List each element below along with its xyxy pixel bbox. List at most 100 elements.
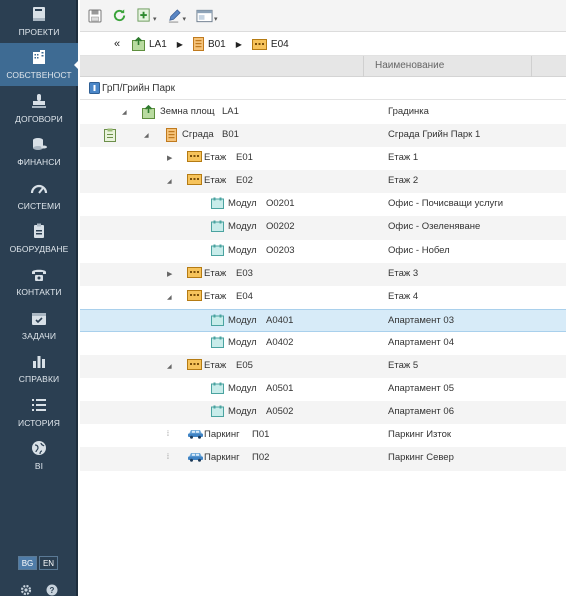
tree-row[interactable]: ⁞ Паркинг П02 Паркинг Север <box>80 447 566 471</box>
tree-row[interactable]: Модул O0201 Офис - Почисващи услуги <box>80 193 566 216</box>
row-type-label: Модул <box>228 406 257 418</box>
sidebar-item-list[interactable]: ИСТОРИЯ <box>0 391 78 434</box>
sidebar-item-calendar[interactable]: ЗАДАЧИ <box>0 304 78 347</box>
tree-row[interactable]: ◢ Сграда B01 Сграда Грийн Парк 1 <box>80 124 566 148</box>
collapse-arrow-icon[interactable]: ◢ <box>144 132 149 139</box>
collapse-arrow-icon[interactable]: ◢ <box>167 363 172 370</box>
tree-row[interactable]: ◢ Земна площ LA1 Градинка <box>80 101 566 124</box>
collapse-arrow-icon[interactable]: ◢ <box>167 294 172 301</box>
building-icon <box>166 128 177 145</box>
row-name: Офис - Озеленяване <box>388 221 481 233</box>
row-name: Офис - Нобел <box>388 244 450 256</box>
sidebar-item-globe[interactable]: BI <box>0 434 78 477</box>
car-icon <box>187 428 204 442</box>
sidebar-item-bar-chart[interactable]: СПРАВКИ <box>0 347 78 390</box>
expand-arrow-icon[interactable]: ▶ <box>167 154 172 162</box>
collapse-arrow-icon[interactable]: ◢ <box>122 109 127 116</box>
tree-row[interactable]: ⁞ Паркинг П01 Паркинг Изток <box>80 424 566 447</box>
sidebar-item-stamp[interactable]: ДОГОВОРИ <box>0 87 78 130</box>
tree-row[interactable]: Модул O0203 Офис - Нобел <box>80 240 566 263</box>
tree-row[interactable]: Модул A0502 Апартамент 06 <box>80 401 566 425</box>
edit-button[interactable]: ▾ <box>167 6 186 26</box>
floor-icon <box>187 266 202 281</box>
breadcrumb-label: E04 <box>270 38 289 50</box>
tree-row[interactable]: ▶ Етаж E03 Етаж 3 <box>80 262 566 286</box>
tree-row[interactable]: ▶ Етаж E01 Етаж 1 <box>80 147 566 170</box>
tree-row[interactable]: ◢ Етаж E04 Етаж 4 <box>80 286 566 309</box>
row-type-label: Етаж <box>204 152 227 164</box>
tree-grid: ◢ Земна площ LA1 Градинка ◢ Сграда B01 Сграда Г… <box>80 101 566 471</box>
tree-row[interactable]: Модул O0202 Офис - Озеленяване <box>80 216 566 240</box>
row-code: O0203 <box>266 244 295 256</box>
sidebar-item-label: ИСТОРИЯ <box>17 417 60 428</box>
toolbar: ▾ ▾ ▾ <box>80 0 566 32</box>
drag-handle-icon[interactable]: ⁞ <box>167 454 169 461</box>
dropdown-caret-icon: ▾ <box>214 15 218 23</box>
row-type-label: Модул <box>228 314 257 326</box>
row-name: Етаж 4 <box>388 290 419 302</box>
floor-icon <box>187 174 202 188</box>
tree-row[interactable]: Модул A0402 Апартамент 04 <box>80 332 566 355</box>
collapse-arrow-icon[interactable]: ◢ <box>167 178 172 185</box>
row-name: Сграда Грийн Парк 1 <box>388 129 481 141</box>
row-name: Етаж 1 <box>388 152 419 164</box>
view-button[interactable]: ▾ <box>196 6 218 26</box>
tree-row[interactable]: Модул A0401 Апартамент 03 <box>80 308 566 332</box>
language-button-bg[interactable]: BG <box>18 556 37 570</box>
sidebar-item-gauge[interactable]: СИСТЕМИ <box>0 174 78 217</box>
grid-header: Наименование <box>80 56 566 77</box>
breadcrumb-item-la1[interactable]: LA1 <box>132 37 167 51</box>
gear-icon[interactable] <box>20 584 32 596</box>
clipboard-icon[interactable] <box>104 128 116 145</box>
column-divider[interactable] <box>531 56 532 77</box>
tree-row[interactable]: Модул A0501 Апартамент 05 <box>80 378 566 401</box>
row-code: E01 <box>236 152 253 164</box>
tree-row[interactable]: ◢ Етаж E02 Етаж 2 <box>80 170 566 194</box>
row-code: E05 <box>236 360 253 372</box>
sidebar-item-phone[interactable]: КОНТАКТИ <box>0 260 78 303</box>
sidebar-item-label: ДОГОВОРИ <box>15 113 63 124</box>
add-button[interactable]: ▾ <box>137 6 157 26</box>
sidebar-item-clipboard[interactable]: ОБОРУДВАНЕ <box>0 217 78 260</box>
column-divider[interactable] <box>363 56 364 77</box>
row-name: Паркинг Север <box>388 452 454 464</box>
save-button[interactable] <box>88 6 102 26</box>
refresh-button[interactable] <box>112 6 127 26</box>
row-type-label: Етаж <box>204 267 227 279</box>
row-name: Паркинг Изток <box>388 429 452 441</box>
module-icon <box>211 220 224 235</box>
row-name: Офис - Почисващи услуги <box>388 198 504 210</box>
window-icon <box>196 9 213 22</box>
row-code: B01 <box>222 129 239 141</box>
breadcrumb: « LA1 ▶ B01 ▶ E04 <box>80 32 566 56</box>
drag-handle-icon[interactable]: ⁞ <box>167 431 169 438</box>
row-name: Апартамент 04 <box>388 336 454 348</box>
expand-arrow-icon[interactable]: ▶ <box>167 270 172 278</box>
car-icon <box>187 451 204 465</box>
language-button-en[interactable]: EN <box>39 556 58 570</box>
sidebar-item-book[interactable]: ПРОЕКТИ <box>0 0 78 43</box>
sidebar-item-coins[interactable]: ФИНАНСИ <box>0 130 78 173</box>
dropdown-caret-icon: ▾ <box>153 15 157 23</box>
tree-row[interactable]: ◢ Етаж E05 Етаж 5 <box>80 355 566 379</box>
module-icon <box>211 382 224 397</box>
breadcrumb-item-b01[interactable]: B01 <box>192 37 226 51</box>
phone-icon <box>28 264 50 284</box>
info-card-icon <box>89 82 100 94</box>
row-type-label: Модул <box>228 244 257 256</box>
help-icon[interactable]: ? <box>46 584 58 596</box>
breadcrumb-label: LA1 <box>149 38 167 50</box>
row-code: П01 <box>252 429 270 441</box>
breadcrumb-separator-icon: ▶ <box>235 39 242 49</box>
sidebar-item-label: СПРАВКИ <box>18 374 60 385</box>
breadcrumb-back-button[interactable]: « <box>114 38 120 50</box>
row-type-label: Модул <box>228 336 257 348</box>
row-type-label: Модул <box>228 383 257 395</box>
book-icon <box>28 4 50 24</box>
column-header-name[interactable]: Наименование <box>375 60 444 71</box>
group-row[interactable]: ГрП/Грийн Парк <box>80 77 566 100</box>
land-icon <box>132 37 145 51</box>
sidebar-item-building[interactable]: СОБСТВЕНОСТ <box>0 43 80 87</box>
breadcrumb-item-e04[interactable]: E04 <box>251 38 289 50</box>
list-icon <box>28 395 50 415</box>
